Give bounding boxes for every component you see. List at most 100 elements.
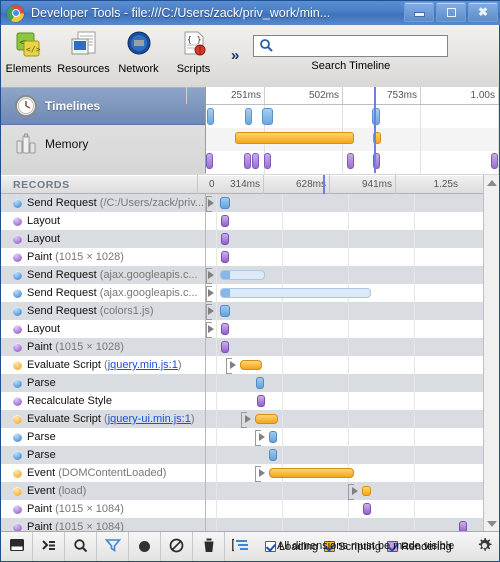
overview-playhead[interactable]: [374, 87, 376, 173]
scroll-up-button[interactable]: [484, 175, 500, 191]
search-box[interactable]: [253, 35, 449, 57]
sidebar-item-timelines[interactable]: Timelines: [1, 87, 205, 125]
timeline-bar[interactable]: [220, 197, 230, 209]
search-area: Search Timeline: [253, 35, 449, 72]
timeline-bar[interactable]: [362, 486, 371, 496]
table-row[interactable]: Evaluate Script (jquery-ui.min.js:1): [1, 410, 499, 428]
table-row[interactable]: Send Request (ajax.googleapis.c...: [1, 266, 499, 284]
table-row[interactable]: Layout: [1, 212, 499, 230]
table-row[interactable]: Send Request (/C:/Users/zack/priv...: [1, 194, 499, 212]
scripting-dot-icon: [13, 486, 22, 496]
timeline-bar[interactable]: [220, 288, 371, 298]
minimize-button[interactable]: [404, 2, 434, 22]
table-row[interactable]: Send Request (colors1.js): [1, 302, 499, 320]
table-row[interactable]: Paint (1015 × 1028): [1, 248, 499, 266]
trash-button[interactable]: [193, 532, 225, 561]
timeline-bar[interactable]: [221, 341, 229, 353]
loading-dot-icon: [13, 378, 22, 388]
rendering-dot-icon: [13, 234, 22, 244]
expand-triangle-icon[interactable]: [259, 433, 265, 441]
maximize-button[interactable]: [436, 2, 466, 22]
tab-resources[interactable]: Resources: [56, 28, 111, 75]
timeline-bar[interactable]: [220, 270, 265, 280]
timeline-bar[interactable]: [257, 395, 265, 407]
record-type: Evaluate Script: [27, 359, 101, 371]
record-source-link[interactable]: jquery-ui.min.js:1: [108, 413, 191, 425]
tab-network[interactable]: Network: [111, 28, 166, 75]
dock-button[interactable]: [1, 532, 33, 561]
loading-dot-icon: [13, 432, 22, 442]
table-row[interactable]: Recalculate Style: [1, 392, 499, 410]
timeline-bar[interactable]: [363, 503, 371, 515]
expand-triangle-icon[interactable]: [259, 469, 265, 477]
close-button[interactable]: ✖: [468, 2, 498, 22]
timeline-bar[interactable]: [269, 468, 354, 478]
filter-scripting[interactable]: Scripting: [324, 541, 381, 553]
checkbox-rendering[interactable]: [386, 541, 398, 552]
expand-triangle-icon[interactable]: [208, 271, 214, 279]
checkbox-loading[interactable]: [265, 541, 276, 552]
search-button[interactable]: [65, 532, 97, 561]
sidebar-item-memory[interactable]: Memory: [1, 125, 205, 163]
filter-button[interactable]: [97, 532, 129, 561]
expand-triangle-icon[interactable]: [208, 325, 214, 333]
timeline-bar[interactable]: [256, 377, 264, 389]
timeline-bar[interactable]: [255, 414, 278, 424]
console-button[interactable]: [33, 532, 65, 561]
overview-timeline[interactable]: 251ms 502ms 753ms 1.00s 1.25s: [186, 87, 499, 174]
record-source-link[interactable]: jquery.min.js:1: [108, 359, 178, 371]
table-row[interactable]: Parse: [1, 374, 499, 392]
table-row[interactable]: Paint (1015 × 1084): [1, 518, 499, 532]
tab-elements[interactable]: <> </> Elements: [1, 28, 56, 75]
record-button[interactable]: [129, 532, 161, 561]
settings-button[interactable]: [469, 532, 499, 561]
toolbar-overflow-button[interactable]: »: [231, 47, 239, 64]
table-row[interactable]: Send Request (ajax.googleapis.c...: [1, 284, 499, 302]
timeline-bar[interactable]: [221, 323, 229, 335]
scroll-down-button[interactable]: [484, 516, 500, 532]
table-row[interactable]: Parse: [1, 428, 499, 446]
overview-tick: 251ms: [186, 87, 264, 104]
timeline-bar[interactable]: [220, 305, 230, 317]
table-row[interactable]: Paint (1015 × 1028): [1, 338, 499, 356]
filter-rendering[interactable]: Rendering: [386, 541, 452, 553]
expand-triangle-icon[interactable]: [352, 487, 358, 495]
glue-records-button[interactable]: [225, 532, 257, 561]
tab-scripts[interactable]: { } Scripts: [166, 28, 221, 75]
record-bars: [206, 248, 499, 266]
table-row[interactable]: Event (DOMContentLoaded): [1, 464, 499, 482]
timeline-bar[interactable]: [240, 360, 262, 370]
record-bars: [206, 374, 499, 392]
main-toolbar: <> </> Elements Resources: [1, 25, 499, 88]
table-row[interactable]: Layout: [1, 230, 499, 248]
timeline-bar[interactable]: [269, 449, 277, 461]
loading-dot-icon: [13, 270, 22, 280]
expand-triangle-icon[interactable]: [208, 289, 214, 297]
expand-triangle-icon[interactable]: [230, 361, 236, 369]
search-input[interactable]: [277, 36, 448, 56]
records-list[interactable]: Send Request (/C:/Users/zack/priv... Lay…: [1, 194, 499, 532]
record-detail: (ajax.googleapis.c...: [99, 269, 198, 281]
table-row[interactable]: Evaluate Script (jquery.min.js:1): [1, 356, 499, 374]
record-type: Send Request: [27, 287, 97, 299]
record-label: Layout: [1, 230, 206, 248]
timeline-bar[interactable]: [221, 215, 229, 227]
table-row[interactable]: Layout: [1, 320, 499, 338]
timeline-bar[interactable]: [221, 233, 229, 245]
table-row[interactable]: Event (load): [1, 482, 499, 500]
vertical-scrollbar[interactable]: [483, 175, 499, 532]
expand-triangle-icon[interactable]: [208, 307, 214, 315]
timeline-bar[interactable]: [221, 251, 229, 263]
expand-triangle-icon[interactable]: [208, 199, 214, 207]
records-playhead[interactable]: [323, 175, 325, 194]
checkbox-scripting[interactable]: [324, 541, 336, 552]
table-row[interactable]: Parse: [1, 446, 499, 464]
overview-event: [252, 153, 259, 169]
record-label: Evaluate Script (jquery-ui.min.js:1): [1, 410, 206, 428]
table-row[interactable]: Paint (1015 × 1084): [1, 500, 499, 518]
clear-button[interactable]: [161, 532, 193, 561]
filter-loading[interactable]: Loading: [265, 541, 318, 553]
expand-triangle-icon[interactable]: [245, 415, 251, 423]
timeline-bar[interactable]: [269, 431, 277, 443]
sidebar: Timelines Memory: [1, 87, 206, 173]
